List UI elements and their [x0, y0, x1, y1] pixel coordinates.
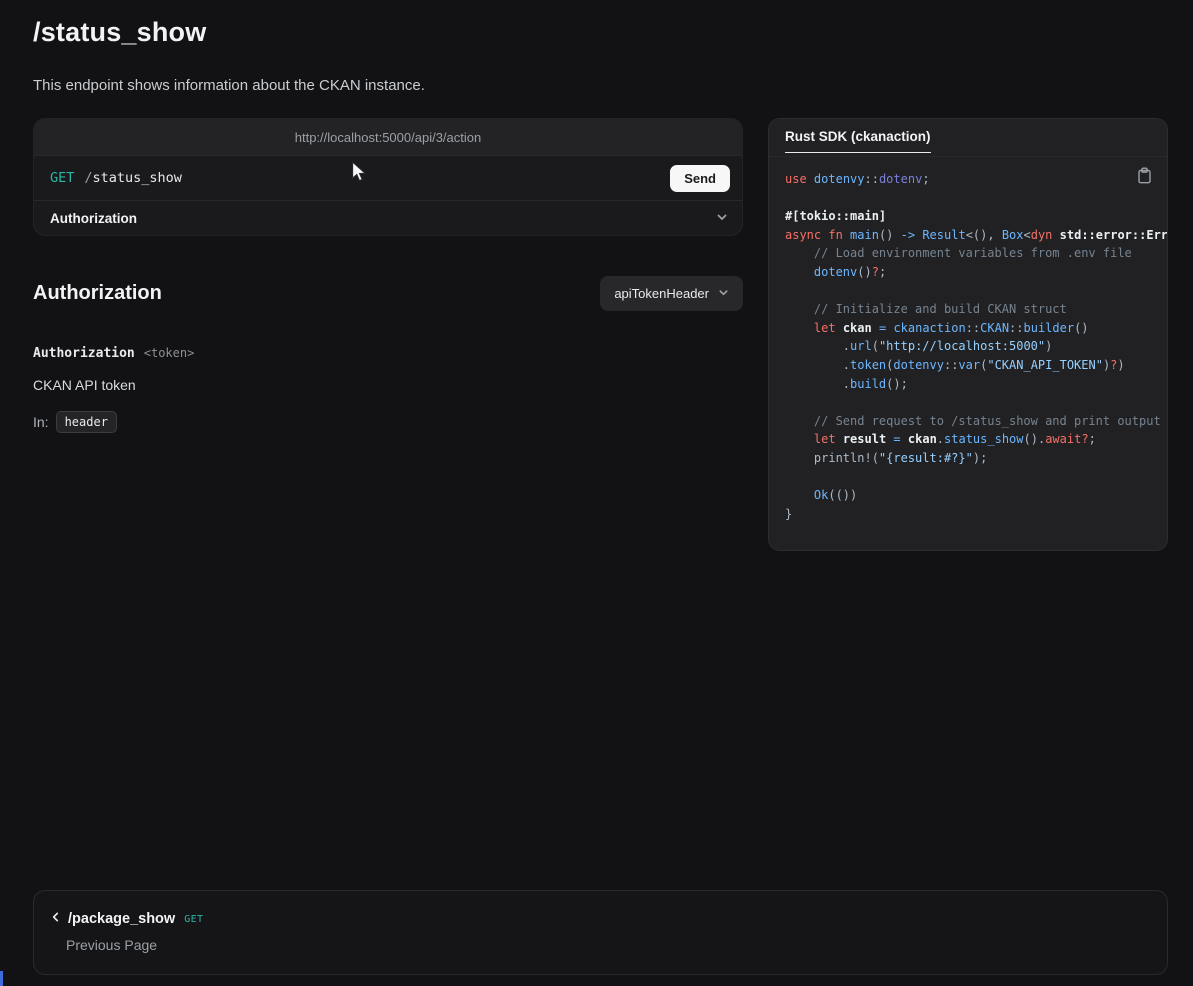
auth-scheme-value: apiTokenHeader [614, 286, 709, 301]
code-line: // Send request to /status_show and prin… [785, 412, 1167, 431]
auth-param-row: Authorization <token> [33, 346, 194, 361]
previous-page-card[interactable]: /package_show GET Previous Page [33, 890, 1168, 975]
clipboard-icon [1137, 172, 1152, 187]
chevron-down-icon [716, 211, 728, 226]
code-line: .token(dotenvy::var("CKAN_API_TOKEN")?) [785, 356, 1167, 375]
base-url-bar[interactable]: http://localhost:5000/api/3/action [34, 119, 742, 156]
path-name: status_show [93, 170, 182, 186]
in-value-badge: header [56, 411, 117, 433]
code-line [785, 282, 1167, 301]
code-line: #[tokio::main] [785, 207, 1167, 226]
code-line: .build(); [785, 375, 1167, 394]
code-line [785, 468, 1167, 487]
path-slash: / [84, 170, 92, 186]
code-line: .url("http://localhost:5000") [785, 337, 1167, 356]
in-label: In: [33, 414, 49, 430]
code-line: println!("{result:#?}"); [785, 449, 1167, 468]
auth-param-type: <token> [144, 346, 195, 360]
code-area: use dotenvy::dotenv; #[tokio::main]async… [769, 157, 1167, 551]
auth-param-name: Authorization [33, 346, 135, 361]
code-line: } [785, 505, 1167, 524]
code-block: use dotenvy::dotenv; #[tokio::main]async… [785, 170, 1167, 523]
code-line: async fn main() -> Result<(), Box<dyn st… [785, 226, 1167, 245]
authorization-heading: Authorization [33, 282, 162, 305]
auth-collapse-row[interactable]: Authorization [34, 200, 742, 235]
code-line: Ok(()) [785, 486, 1167, 505]
page-title: /status_show [33, 17, 206, 48]
chevron-down-icon [718, 286, 729, 301]
auth-scheme-select[interactable]: apiTokenHeader [600, 276, 743, 311]
tab-rust-sdk[interactable]: Rust SDK (ckanaction) [785, 129, 931, 153]
request-path: /status_show [84, 170, 182, 186]
request-row: GET /status_show Send [34, 156, 742, 200]
code-line: dotenv()?; [785, 263, 1167, 282]
code-tabs: Rust SDK (ckanaction) [769, 119, 1167, 157]
previous-page-title-row: /package_show GET [50, 910, 1151, 928]
send-button[interactable]: Send [670, 165, 730, 192]
auth-param-description: CKAN API token [33, 377, 136, 393]
code-line: // Load environment variables from .env … [785, 244, 1167, 263]
previous-page-path: /package_show [68, 911, 175, 927]
endpoint-description: This endpoint shows information about th… [33, 77, 425, 94]
code-line: let ckan = ckanaction::CKAN::builder() [785, 319, 1167, 338]
code-line: // Initialize and build CKAN struct [785, 300, 1167, 319]
auth-param-in-row: In: header [33, 411, 117, 433]
request-playground-card: http://localhost:5000/api/3/action GET /… [33, 118, 743, 236]
edge-scroll-artifact [0, 971, 3, 986]
code-line: use dotenvy::dotenv; [785, 170, 1167, 189]
chevron-left-icon [50, 910, 61, 928]
auth-collapse-label: Authorization [50, 211, 137, 226]
code-line: let result = ckan.status_show().await?; [785, 430, 1167, 449]
code-line [785, 393, 1167, 412]
code-line [785, 189, 1167, 208]
previous-page-label: Previous Page [66, 937, 1151, 953]
authorization-section-header: Authorization apiTokenHeader [33, 275, 743, 312]
copy-code-button[interactable] [1135, 165, 1154, 189]
base-url-text: http://localhost:5000/api/3/action [295, 130, 481, 145]
previous-page-method: GET [184, 914, 203, 925]
code-example-panel: Rust SDK (ckanaction) use dotenvy::doten… [768, 118, 1168, 551]
http-method-label: GET [50, 170, 74, 186]
